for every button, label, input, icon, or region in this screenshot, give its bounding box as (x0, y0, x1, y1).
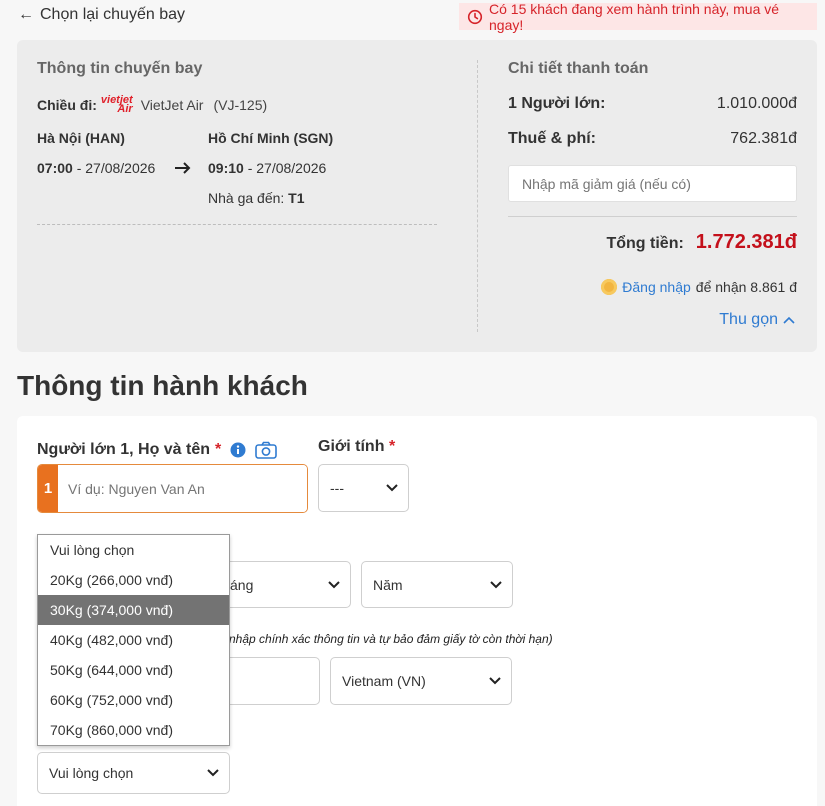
login-reward-text: để nhận 8.861 đ (695, 279, 797, 295)
full-name-input[interactable] (58, 465, 307, 512)
terminal-value: T1 (288, 190, 305, 206)
total-divider (508, 216, 797, 217)
gender-label-row: Giới tính * (318, 438, 395, 456)
info-icon[interactable] (230, 442, 246, 458)
baggage-select[interactable]: Vui lòng chọn (37, 752, 230, 794)
passenger-heading: Thông tin hành khách (17, 370, 308, 401)
flight-code: (VJ-125) (213, 97, 268, 113)
gender-select[interactable]: --- (318, 464, 409, 512)
chevron-down-icon (207, 769, 219, 777)
alert-text: Có 15 khách đang xem hành trình này, mua… (489, 0, 780, 33)
chevron-down-icon (489, 677, 501, 685)
back-link[interactable]: ← Chọn lại chuyến bay (18, 6, 185, 24)
airline-name: VietJet Air (140, 97, 204, 113)
promo-code-input[interactable] (508, 165, 797, 202)
nationality-value: Vietnam (VN) (342, 673, 426, 689)
flight-summary-panel: Thông tin chuyến bay Chiều đi: vietjet Ai… (17, 40, 817, 352)
viewers-alert: Có 15 khách đang xem hành trình này, mua… (459, 0, 817, 33)
origin-city: Hà Nội (HAN) (37, 130, 125, 146)
birth-year-value: Năm (373, 576, 403, 593)
birth-year-select[interactable]: Năm (361, 561, 513, 608)
destination-city: Hồ Chí Minh (SGN) (208, 130, 334, 146)
chevron-down-icon (490, 580, 502, 588)
required-mark: * (388, 438, 396, 455)
total-row: Tổng tiền: 1.772.381đ (606, 231, 797, 254)
payment-section-title: Chi tiết thanh toán (508, 60, 649, 77)
adult-fare-label: 1 Người lớn: (508, 95, 606, 112)
flight-divider (37, 224, 437, 225)
required-mark: * (215, 441, 222, 458)
depart-time-row: 07:00 - 27/08/2026 (37, 160, 155, 176)
tax-value: 762.381đ (730, 130, 797, 147)
nationality-select[interactable]: Vietnam (VN) (330, 657, 512, 705)
login-reward-row: Đăng nhập để nhận 8.861 đ (601, 279, 797, 295)
dropdown-option[interactable]: 20Kg (266,000 vnđ) (38, 565, 229, 595)
dropdown-option[interactable]: 50Kg (644,000 vnđ) (38, 655, 229, 685)
terminal-row: Nhà ga đến: T1 (208, 190, 305, 206)
chevron-down-icon (328, 580, 340, 588)
dropdown-option[interactable]: 40Kg (482,000 vnđ) (38, 625, 229, 655)
terminal-label: Nhà ga đến: (208, 190, 289, 206)
name-label-row: Người lớn 1, Họ và tên * (37, 441, 278, 459)
name-label: Người lớn 1, Họ và tên (37, 441, 211, 458)
camera-icon[interactable] (255, 441, 278, 459)
direction-row: Chiều đi: vietjet Air VietJet Air (VJ-125… (37, 94, 268, 115)
chevron-up-icon (783, 316, 795, 324)
arrive-time: 09:10 (208, 160, 244, 176)
total-label: Tổng tiền: (606, 235, 684, 252)
adult-fare-value: 1.010.000đ (716, 95, 797, 112)
panel-divider (477, 60, 478, 332)
coin-icon (601, 279, 618, 295)
dropdown-option[interactable]: 60Kg (752,000 vnđ) (38, 685, 229, 715)
arrow-left-icon: ← (18, 6, 34, 23)
total-value: 1.772.381đ (695, 231, 797, 253)
collapse-label: Thu gọn (719, 311, 778, 328)
dropdown-option[interactable]: 70Kg (860,000 vnđ) (38, 715, 229, 745)
birth-month-value: áng (230, 576, 254, 593)
baggage-value: Vui lòng chọn (49, 765, 134, 781)
arrive-date: - 27/08/2026 (243, 160, 327, 176)
gender-value: --- (330, 480, 344, 496)
back-label: Chọn lại chuyến bay (40, 6, 185, 23)
chevron-down-icon (386, 484, 398, 492)
login-link[interactable]: Đăng nhập (622, 279, 691, 295)
vietjet-logo: vietjet Air (100, 94, 133, 115)
flight-section-title: Thông tin chuyến bay (37, 60, 203, 77)
arrive-time-row: 09:10 - 27/08/2026 (208, 160, 326, 176)
id-note: nhập chính xác thông tin và tự bảo đảm g… (229, 632, 553, 646)
tax-label: Thuế & phí: (508, 130, 596, 147)
gender-label: Giới tính (318, 438, 385, 455)
baggage-dropdown-list: Vui lòng chọn 20Kg (266,000 vnđ) 30Kg (3… (37, 534, 230, 746)
depart-time: 07:00 (37, 160, 73, 176)
passenger-index: 1 (38, 465, 58, 512)
arrow-right-icon (175, 162, 191, 174)
clock-icon (467, 9, 483, 24)
direction-label: Chiều đi: (37, 97, 97, 113)
dropdown-option[interactable]: Vui lòng chọn (38, 535, 229, 565)
dropdown-option[interactable]: 30Kg (374,000 vnđ) (38, 595, 229, 625)
collapse-button[interactable]: Thu gọn (719, 311, 795, 329)
name-field: 1 (37, 464, 308, 513)
depart-date: - 27/08/2026 (72, 160, 156, 176)
